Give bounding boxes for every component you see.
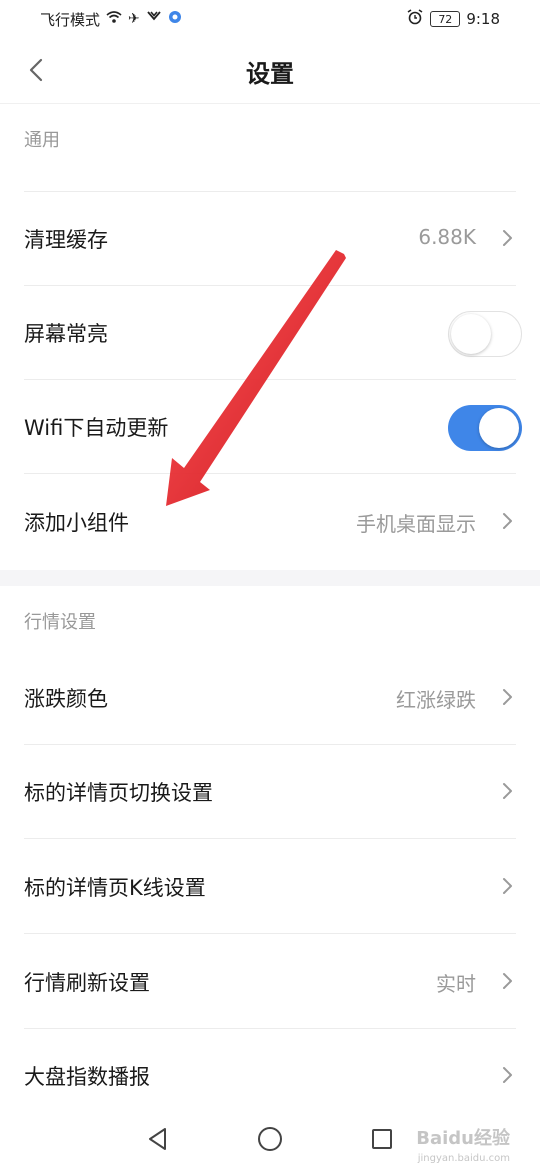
chevron-right-icon bbox=[503, 230, 512, 246]
chevron-right-icon bbox=[503, 689, 512, 705]
app-notification-icon bbox=[168, 10, 182, 28]
airplane-icon: ✈ bbox=[128, 11, 140, 27]
row-label: 标的详情页K线设置 bbox=[24, 876, 206, 900]
header: 设置 bbox=[0, 38, 540, 104]
home-circle-icon bbox=[258, 1127, 282, 1151]
status-left: 飞行模式 ✈ bbox=[40, 9, 182, 30]
toggle-knob bbox=[451, 314, 491, 354]
watermark-url: jingyan.baidu.com bbox=[417, 1153, 510, 1164]
wifi-icon bbox=[106, 10, 122, 28]
chevron-right-icon bbox=[503, 783, 512, 799]
row-label: 行情刷新设置 bbox=[24, 971, 150, 995]
settings-row-price-color[interactable]: 涨跌颜色 红涨绿跌 bbox=[0, 651, 540, 745]
chevron-right-icon bbox=[503, 1067, 512, 1083]
row-value: 实时 bbox=[436, 972, 476, 996]
nav-home-button[interactable] bbox=[254, 1123, 286, 1155]
watermark-logo: Baidu经验 bbox=[416, 1128, 510, 1149]
chevron-right-icon bbox=[503, 513, 512, 529]
signal-icon bbox=[146, 10, 162, 28]
status-bar: 飞行模式 ✈ 72 9:18 bbox=[0, 0, 540, 38]
nav-back-button[interactable] bbox=[142, 1123, 174, 1155]
section-title-market: 行情设置 bbox=[24, 612, 96, 633]
row-label: Wifi下自动更新 bbox=[24, 416, 169, 440]
clock-time: 9:18 bbox=[466, 10, 500, 28]
section-separator bbox=[0, 570, 540, 586]
settings-row-add-widget[interactable]: 添加小组件 手机桌面显示 bbox=[0, 475, 540, 569]
carrier-mode-text: 飞行模式 bbox=[40, 10, 101, 29]
row-label: 大盘指数播报 bbox=[24, 1065, 150, 1089]
settings-row-kline[interactable]: 标的详情页K线设置 bbox=[0, 840, 540, 934]
row-label: 涨跌颜色 bbox=[24, 687, 108, 711]
battery-icon: 72 bbox=[430, 11, 461, 27]
chevron-right-icon bbox=[503, 878, 512, 894]
nav-recents-button[interactable] bbox=[366, 1123, 398, 1155]
settings-row-refresh[interactable]: 行情刷新设置 实时 bbox=[0, 935, 540, 1029]
back-triangle-icon bbox=[149, 1128, 166, 1150]
screen-always-on-toggle[interactable] bbox=[448, 311, 522, 357]
row-value: 手机桌面显示 bbox=[356, 512, 476, 536]
chevron-right-icon bbox=[503, 973, 512, 989]
wifi-auto-update-toggle[interactable] bbox=[448, 405, 522, 451]
recents-square-icon bbox=[372, 1129, 392, 1149]
settings-row-wifi-auto-update: Wifi下自动更新 bbox=[0, 380, 540, 474]
settings-row-detail-switch[interactable]: 标的详情页切换设置 bbox=[0, 745, 540, 839]
row-label: 清理缓存 bbox=[24, 228, 108, 252]
row-label: 屏幕常亮 bbox=[24, 322, 108, 346]
page-title: 设置 bbox=[246, 60, 294, 88]
toggle-knob bbox=[479, 408, 519, 448]
alarm-icon bbox=[406, 9, 424, 29]
settings-row-screen-always-on: 屏幕常亮 bbox=[0, 286, 540, 380]
settings-row-clear-cache[interactable]: 清理缓存 6.88K bbox=[0, 192, 540, 286]
row-value: 6.88K bbox=[418, 225, 476, 249]
row-label: 标的详情页切换设置 bbox=[24, 781, 213, 805]
row-label: 添加小组件 bbox=[24, 511, 129, 535]
row-value: 红涨绿跌 bbox=[396, 688, 476, 712]
section-header-general bbox=[0, 98, 540, 192]
status-right: 72 9:18 bbox=[406, 9, 500, 29]
